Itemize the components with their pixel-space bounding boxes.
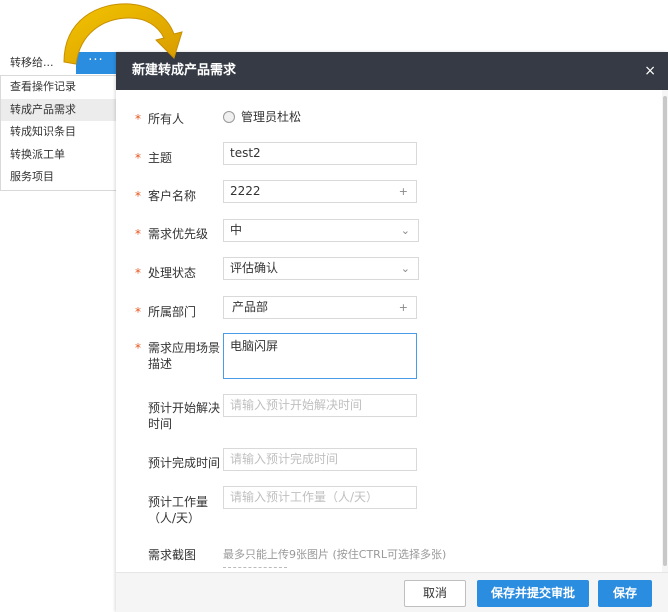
menu-item-service-project[interactable]: 服务项目: [1, 166, 116, 189]
chevron-down-icon: ⌄: [400, 262, 410, 275]
customer-label: 客户名称: [148, 189, 197, 203]
user-icon: [223, 111, 235, 123]
customer-input[interactable]: 2222 +: [223, 180, 417, 203]
upload-hint: 最多只能上传9张图片 (按住CTRL可选择多张): [223, 548, 447, 561]
status-select[interactable]: 评估确认 ⌄: [223, 257, 419, 280]
close-icon[interactable]: ×: [644, 52, 656, 90]
scrollbar-thumb[interactable]: [663, 96, 667, 566]
dialog-title: 新建转成产品需求: [132, 63, 237, 78]
menu-item-view-log[interactable]: 查看操作记录: [1, 76, 116, 99]
screenshot-label: 需求截图: [148, 548, 197, 562]
scenario-textarea[interactable]: 电脑闪屏: [223, 333, 417, 379]
scrollbar[interactable]: [662, 90, 668, 572]
workload-input[interactable]: 请输入预计工作量（人/天）: [223, 486, 417, 509]
required-mark: *: [135, 341, 141, 355]
department-label: 所属部门: [148, 305, 197, 319]
finish-time-label: 预计完成时间: [148, 456, 221, 470]
subject-label: 主题: [148, 151, 173, 165]
finish-time-input[interactable]: 请输入预计完成时间: [223, 448, 417, 471]
cancel-button[interactable]: 取消: [404, 580, 466, 607]
plus-icon[interactable]: +: [399, 181, 408, 202]
start-time-input[interactable]: 请输入预计开始解决时间: [223, 394, 417, 417]
owner-label: 所有人: [148, 112, 185, 126]
required-mark: *: [135, 189, 141, 203]
menu-item-convert-dispatch[interactable]: 转换派工单: [1, 144, 116, 167]
required-mark: *: [135, 305, 141, 319]
plus-icon[interactable]: +: [399, 297, 408, 318]
dialog-header: 新建转成产品需求 ×: [116, 52, 668, 90]
transfer-to-button[interactable]: 转移给...: [0, 52, 76, 74]
scenario-label: 需求应用场景: [148, 341, 221, 355]
start-time-label: 预计开始解决: [148, 401, 221, 415]
more-options-button[interactable]: ···: [76, 52, 116, 74]
menu-item-convert-product-requirement[interactable]: 转成产品需求: [1, 98, 116, 122]
scenario-label-2: 描述: [148, 357, 173, 371]
status-label: 处理状态: [148, 266, 197, 280]
upload-area[interactable]: [223, 567, 287, 571]
required-mark: *: [135, 151, 141, 165]
priority-label: 需求优先级: [148, 227, 209, 241]
priority-select[interactable]: 中 ⌄: [223, 219, 419, 242]
workload-label-2: （人/天）: [148, 511, 201, 525]
chevron-down-icon: ⌄: [400, 224, 410, 237]
owner-value: 管理员杜松: [223, 109, 301, 125]
required-mark: *: [135, 227, 141, 241]
save-and-submit-button[interactable]: 保存并提交审批: [477, 580, 589, 607]
dialog-footer: 取消 保存并提交审批 保存: [116, 572, 668, 612]
start-time-label-2: 时间: [148, 417, 173, 431]
context-menu: 查看操作记录 转成产品需求 转成知识条目 转换派工单 服务项目: [0, 75, 116, 191]
subject-input[interactable]: test2: [223, 142, 417, 165]
owner-name: 管理员杜松: [241, 110, 302, 124]
dialog-body: * 所有人 管理员杜松 * 主题 test2 * 客户名称 2222 + * 需…: [116, 90, 668, 572]
workload-label: 预计工作量: [148, 495, 209, 509]
required-mark: *: [135, 112, 141, 126]
required-mark: *: [135, 266, 141, 280]
menu-item-convert-knowledge[interactable]: 转成知识条目: [1, 121, 116, 144]
new-product-requirement-dialog: 新建转成产品需求 × * 所有人 管理员杜松 * 主题 test2 * 客户名称…: [116, 52, 668, 612]
department-input[interactable]: 产品部 +: [223, 296, 417, 319]
save-button[interactable]: 保存: [598, 580, 652, 607]
